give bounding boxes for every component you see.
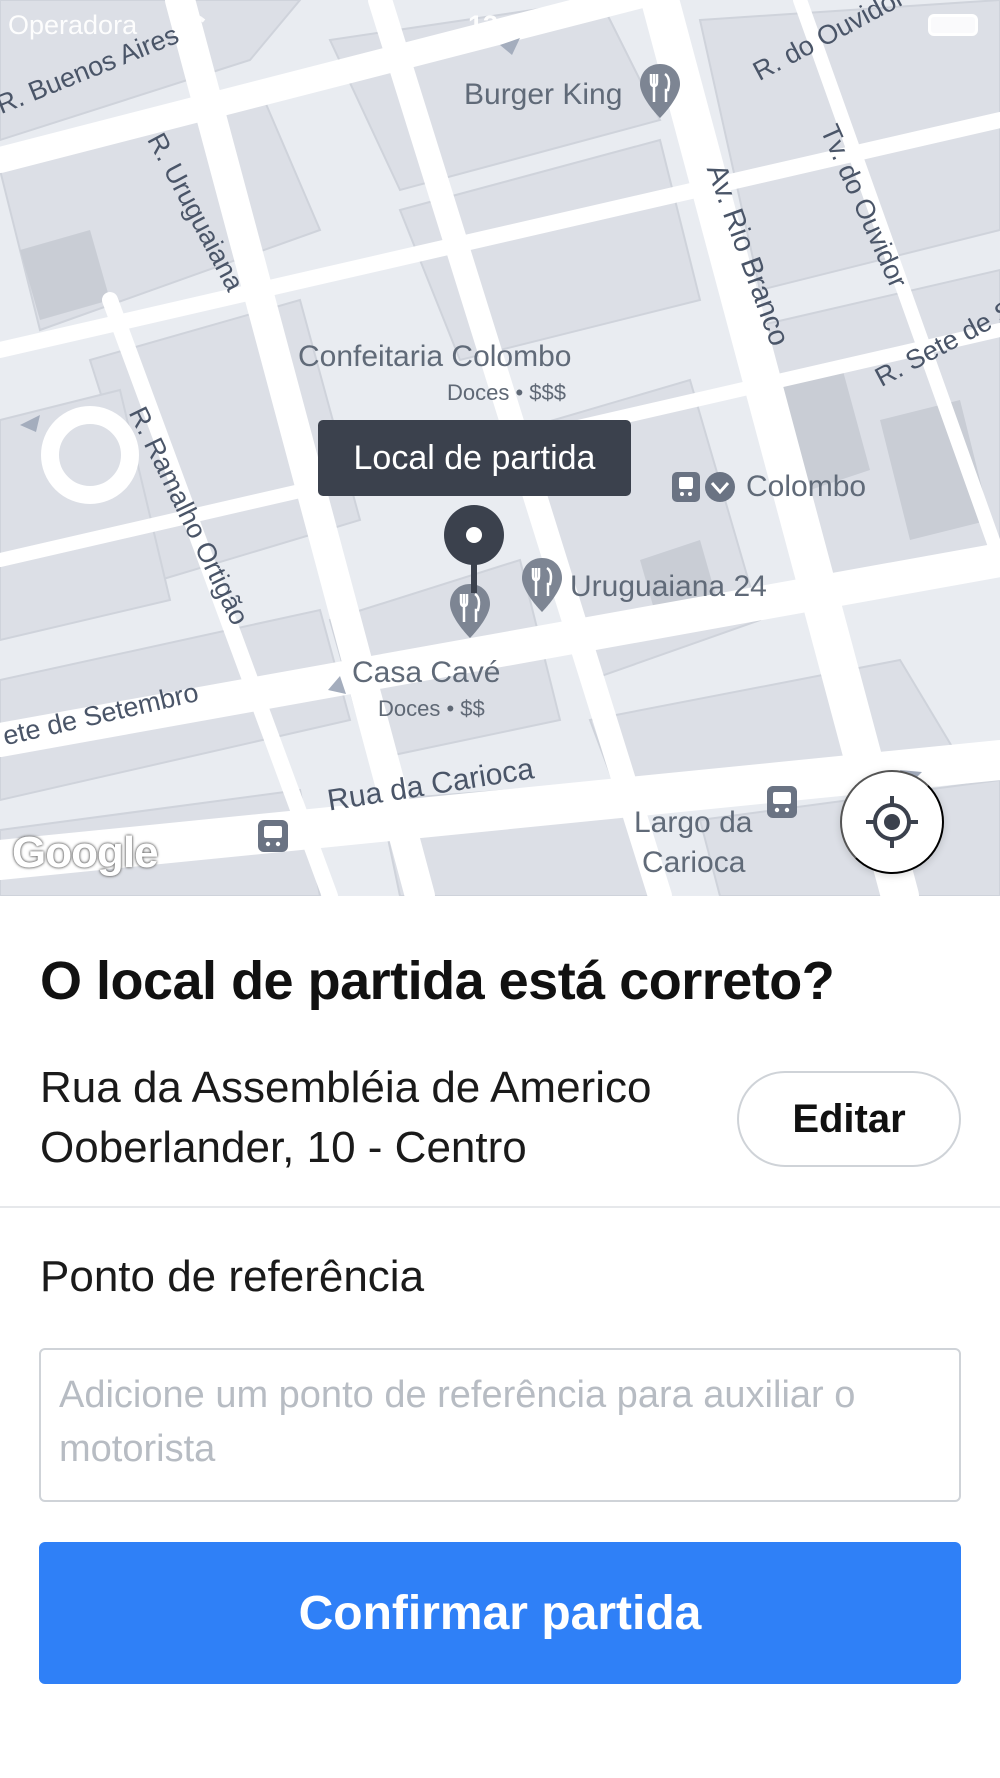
- restaurant-marker-icon[interactable]: [638, 62, 682, 120]
- train-station-icon: [672, 472, 700, 502]
- pickup-pin-icon[interactable]: [442, 505, 506, 595]
- poi-label[interactable]: Colombo: [746, 470, 866, 504]
- poi-subtitle: Doces • $$$: [447, 380, 566, 405]
- bus-stop-icon: [258, 820, 288, 852]
- poi-label[interactable]: Casa Cavé: [352, 656, 500, 690]
- bus-stop-icon: [767, 786, 797, 818]
- page-title: O local de partida está correto?: [40, 951, 835, 1011]
- pickup-tooltip: Local de partida: [318, 420, 631, 496]
- recenter-location-button[interactable]: [840, 770, 944, 874]
- battery-icon: [928, 14, 978, 36]
- poi-label[interactable]: Carioca: [642, 846, 745, 880]
- poi-label[interactable]: Largo da: [634, 806, 752, 840]
- confirm-pickup-button[interactable]: Confirmar partida: [39, 1542, 961, 1684]
- map-view[interactable]: Operadora 13:11 R. Buenos Aires R. Urugu…: [0, 0, 1000, 896]
- reference-label: Ponto de referência: [40, 1252, 425, 1301]
- pickup-address: Rua da Assembléia de Americo Ooberlander…: [40, 1058, 680, 1178]
- address-line: Rua da Assembléia de Americo: [40, 1063, 652, 1112]
- google-logo: Google: [12, 828, 159, 877]
- poi-label[interactable]: Uruguaiana 24: [570, 570, 767, 604]
- crosshair-icon: [866, 796, 918, 848]
- divider: [0, 1206, 1000, 1208]
- clock: 13:11: [468, 10, 536, 40]
- metro-station-icon: [705, 472, 735, 502]
- poi-label[interactable]: Confeitaria Colombo: [298, 340, 571, 374]
- restaurant-marker-icon[interactable]: [520, 556, 564, 614]
- reference-point-input[interactable]: [39, 1348, 961, 1502]
- edit-address-button[interactable]: Editar: [737, 1071, 961, 1167]
- poi-label[interactable]: Burger King: [464, 78, 622, 112]
- address-line: Ooberlander, 10 - Centro: [40, 1123, 527, 1172]
- carrier-label: Operadora: [8, 10, 138, 40]
- poi-subtitle: Doces • $$: [378, 696, 485, 721]
